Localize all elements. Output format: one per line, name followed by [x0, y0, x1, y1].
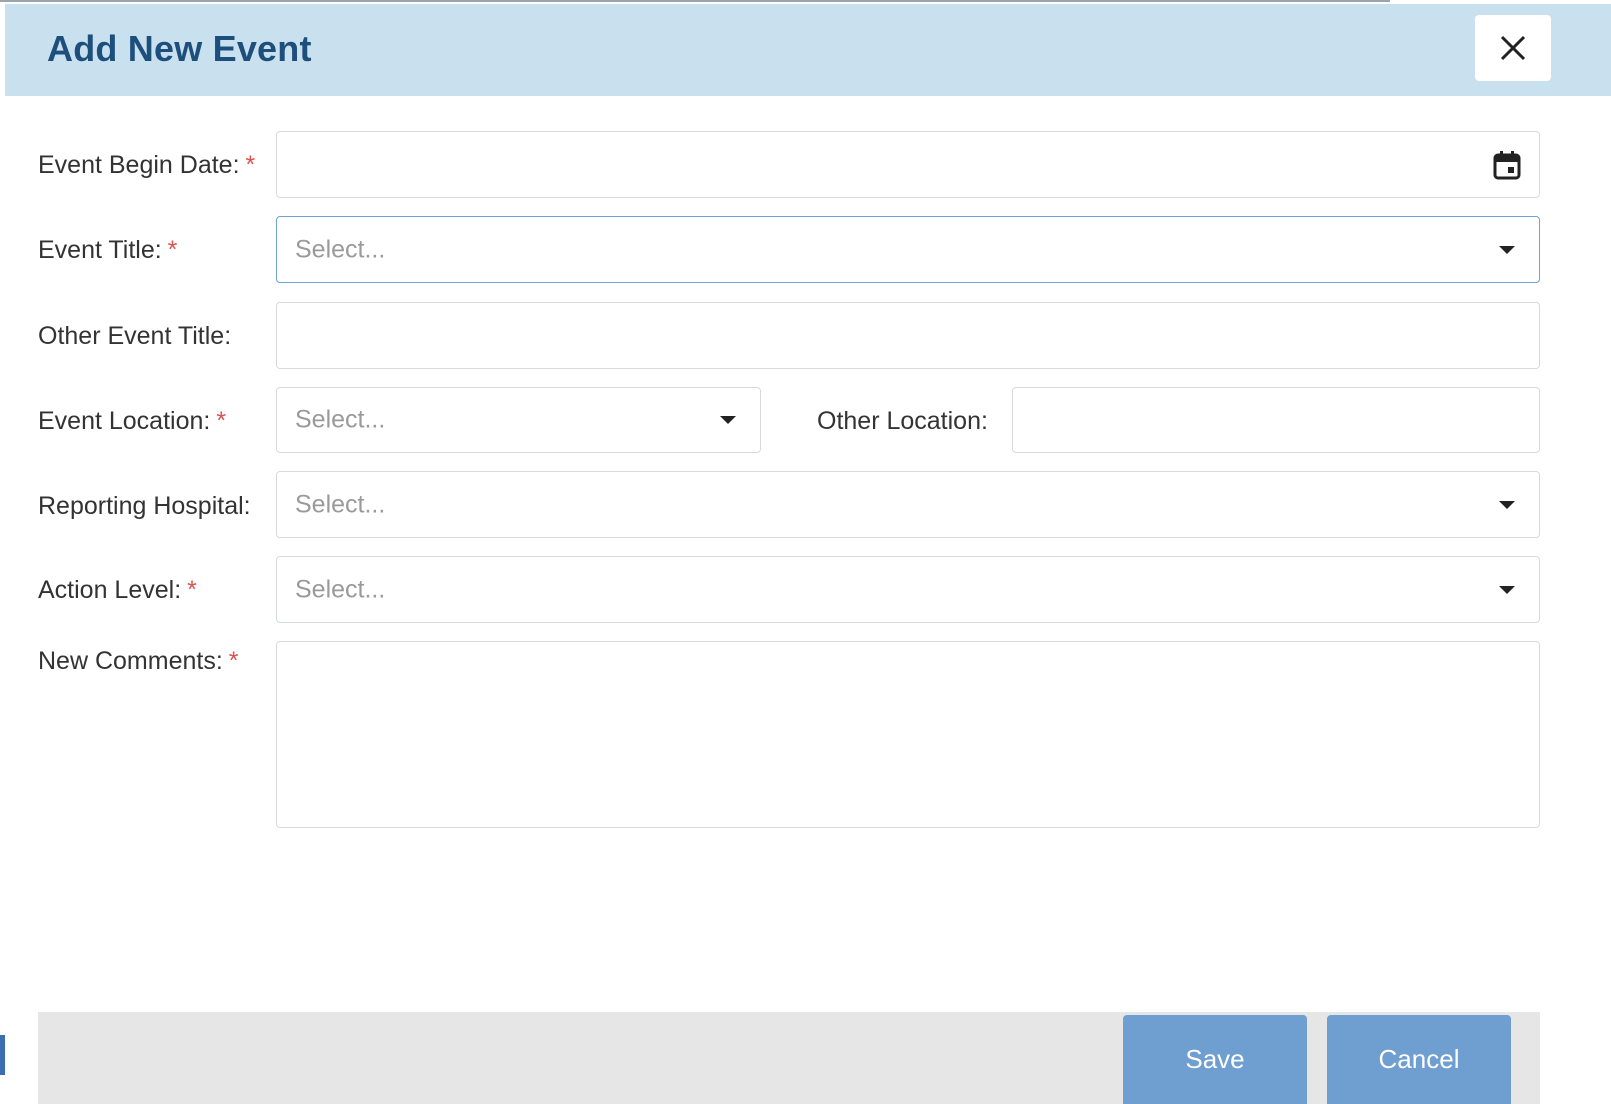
other-location-label: Other Location:: [817, 407, 988, 435]
other-event-title-input[interactable]: [276, 302, 1540, 369]
action-level-select[interactable]: Select...: [276, 556, 1540, 623]
event-title-select[interactable]: Select...: [276, 216, 1540, 283]
chevron-down-icon[interactable]: [720, 416, 736, 424]
save-button[interactable]: Save: [1123, 1015, 1307, 1104]
new-comments-label: New Comments: *: [38, 647, 239, 675]
begin-date-field[interactable]: [276, 131, 1540, 198]
required-marker: *: [167, 236, 178, 264]
event-location-select[interactable]: Select...: [276, 387, 761, 453]
dialog-title: Add New Event: [47, 28, 312, 69]
reporting-hospital-select[interactable]: Select...: [276, 471, 1540, 538]
dialog-header: Add New Event: [5, 4, 1611, 96]
chevron-down-icon[interactable]: [1499, 245, 1515, 254]
cancel-button[interactable]: Cancel: [1327, 1015, 1511, 1104]
reporting-hospital-placeholder: Select...: [295, 490, 386, 518]
calendar-icon[interactable]: [1493, 150, 1521, 180]
new-comments-textarea[interactable]: [276, 641, 1540, 828]
other-event-title-label: Other Event Title:: [38, 322, 232, 350]
dialog-footer: [38, 1012, 1540, 1104]
required-marker: *: [245, 151, 256, 179]
event-location-placeholder: Select...: [295, 405, 386, 434]
top-divider: [0, 0, 1390, 2]
action-level-label: Action Level: *: [38, 576, 197, 604]
close-icon: [1500, 35, 1526, 61]
other-location-input[interactable]: [1012, 387, 1540, 453]
event-title-label: Event Title: *: [38, 236, 178, 264]
required-marker: *: [216, 407, 227, 435]
action-level-placeholder: Select...: [295, 575, 386, 603]
event-location-label: Event Location: *: [38, 407, 227, 435]
reporting-hospital-label: Reporting Hospital:: [38, 492, 251, 520]
chevron-down-icon[interactable]: [1499, 500, 1515, 509]
left-edge-accent: [0, 1035, 5, 1075]
begin-date-label: Event Begin Date: *: [38, 151, 256, 179]
event-title-placeholder: Select...: [295, 235, 386, 263]
chevron-down-icon[interactable]: [1499, 585, 1515, 594]
required-marker: *: [187, 576, 197, 604]
required-marker: *: [228, 647, 239, 675]
close-button[interactable]: [1475, 15, 1551, 81]
